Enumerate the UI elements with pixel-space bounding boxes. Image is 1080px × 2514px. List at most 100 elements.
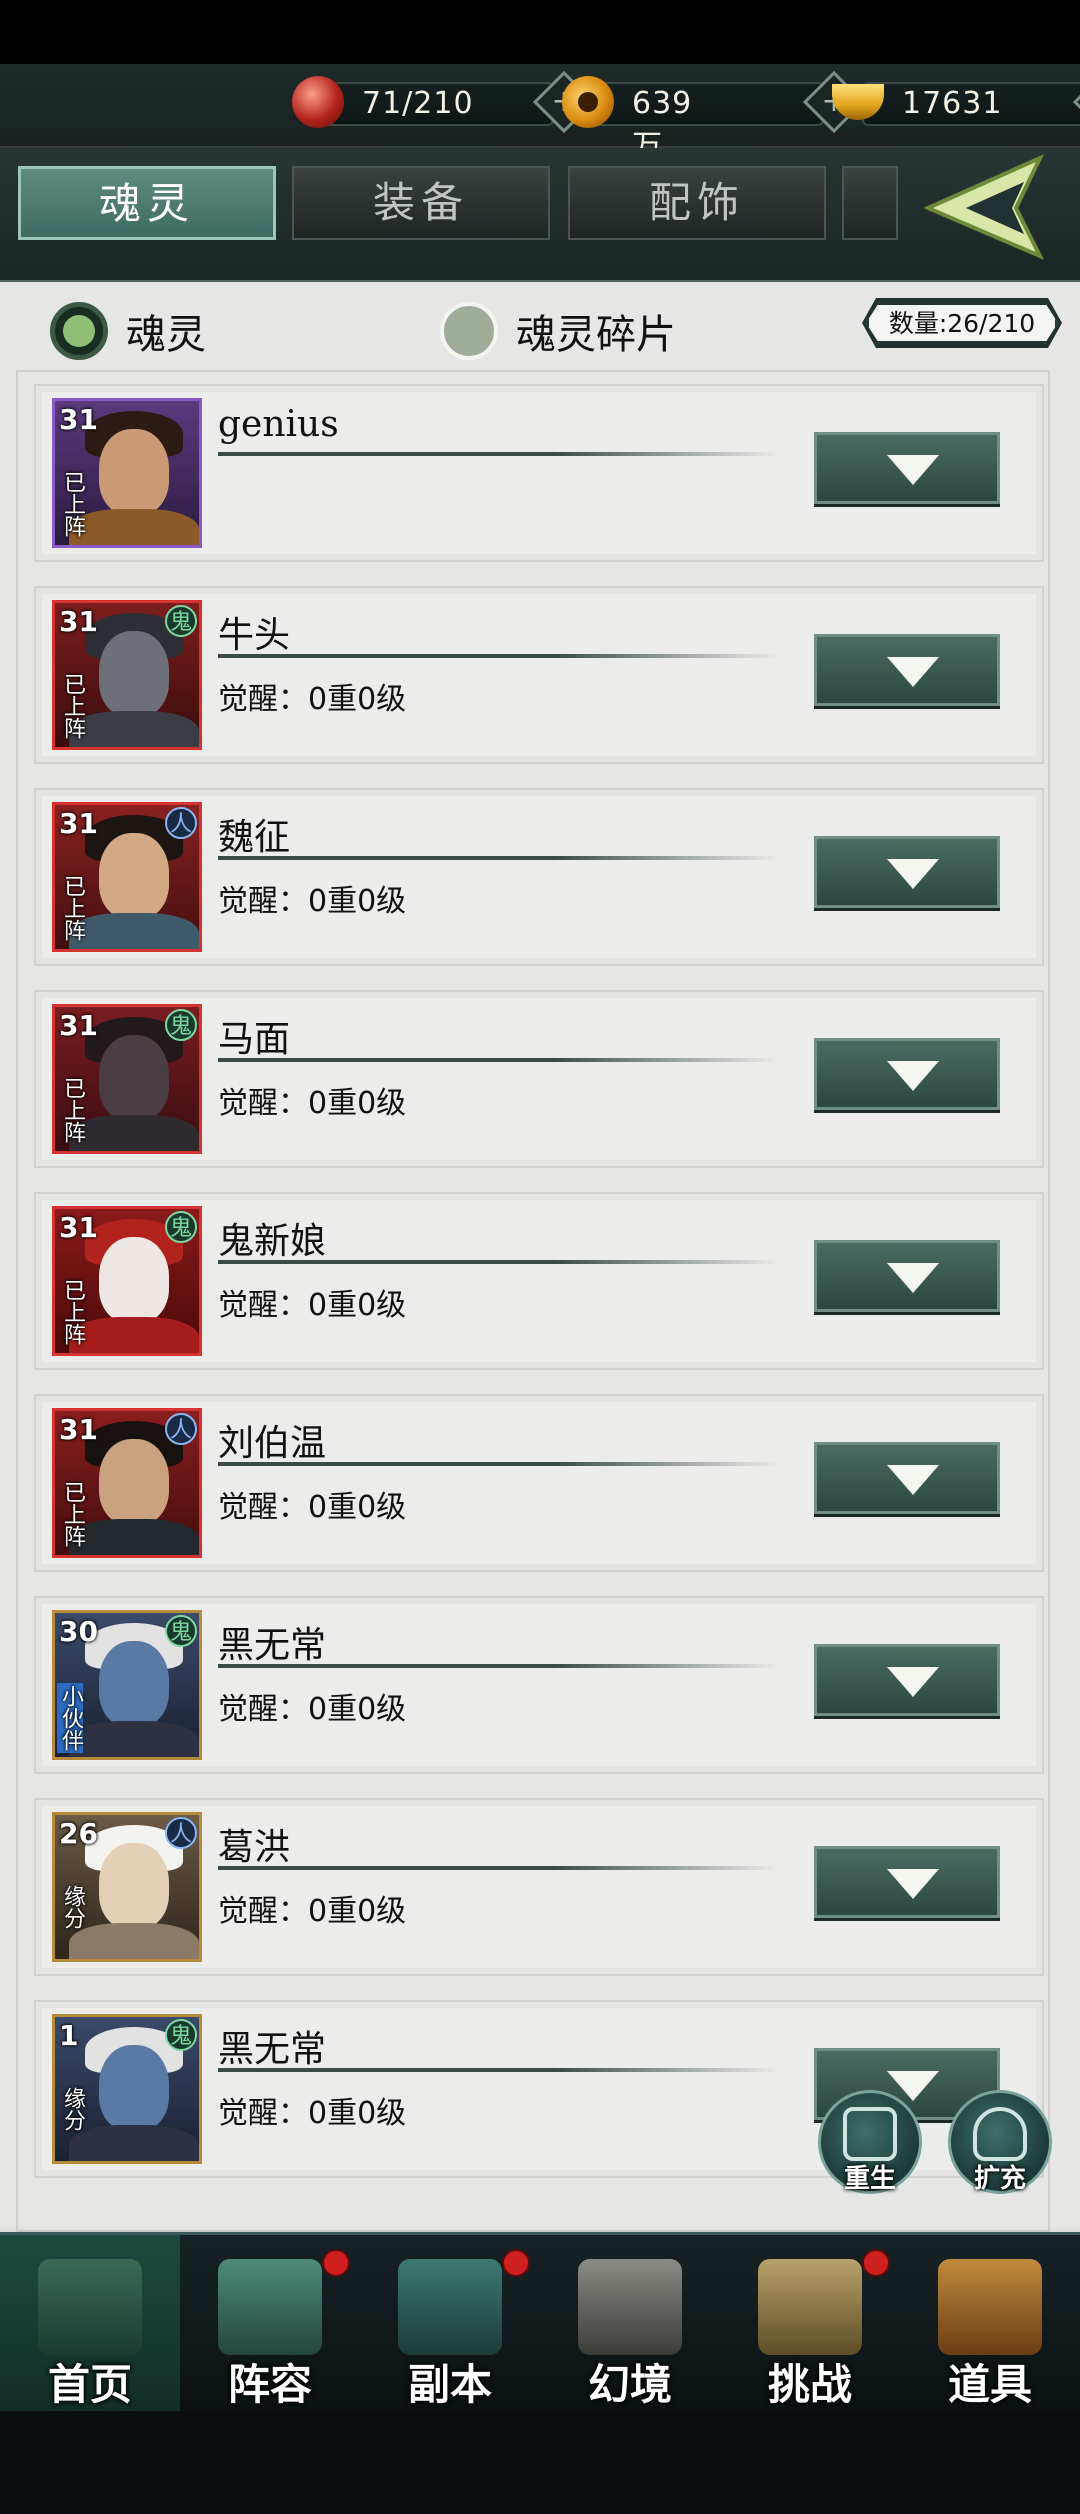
soul-portrait[interactable]: 31 人 已上阵 xyxy=(52,802,202,952)
name-underline xyxy=(218,2068,778,2072)
swords-icon xyxy=(398,2259,502,2355)
faction-badge: 鬼 xyxy=(165,2019,197,2051)
soul-card[interactable]: 31 鬼 已上阵 牛头 觉醒：0重0级 xyxy=(34,586,1044,764)
tab-more[interactable] xyxy=(842,166,898,240)
soul-portrait[interactable]: 1 鬼 缘分 xyxy=(52,2014,202,2164)
soul-card[interactable]: 31 鬼 已上阵 马面 觉醒：0重0级 xyxy=(34,990,1044,1168)
faction-badge: 人 xyxy=(165,1413,197,1445)
status-tag: 缘分 xyxy=(60,2087,85,2131)
chevron-down-icon xyxy=(887,657,939,687)
portrait-face xyxy=(99,1843,169,1929)
back-arrow-icon[interactable] xyxy=(920,152,1060,262)
soul-portrait[interactable]: 31 鬼 已上阵 xyxy=(52,1004,202,1154)
awaken-text: 觉醒：0重0级 xyxy=(218,1692,407,1727)
expand-details-button[interactable] xyxy=(814,634,1000,706)
soul-card[interactable]: 30 鬼 小伙伴 黑无常 觉醒：0重0级 xyxy=(34,1596,1044,1774)
nav-lineup-label: 阵容 xyxy=(227,2360,312,2409)
faction-badge: 人 xyxy=(165,807,197,839)
crossed-blades-icon xyxy=(578,2259,682,2355)
soul-portrait[interactable]: 31 鬼 已上阵 xyxy=(52,1206,202,1356)
soul-name: 马面 xyxy=(218,1019,291,1060)
expand-details-button[interactable] xyxy=(814,1240,1000,1312)
rebirth-button[interactable]: 重生 xyxy=(818,2090,922,2194)
awaken-text: 觉醒：0重0级 xyxy=(218,884,407,919)
soul-portrait[interactable]: 31 已上阵 xyxy=(52,398,202,548)
chevron-down-icon xyxy=(887,1465,939,1495)
scroll-book-icon xyxy=(218,2259,322,2355)
soul-name: 黑无常 xyxy=(218,1625,327,1666)
name-underline xyxy=(218,1866,778,1870)
portrait-body xyxy=(69,1721,199,1757)
soul-level: 1 xyxy=(59,2019,79,2052)
portrait-body xyxy=(69,1519,199,1555)
soul-portrait[interactable]: 31 鬼 已上阵 xyxy=(52,600,202,750)
soul-level: 31 xyxy=(59,1413,98,1446)
nav-items-label: 道具 xyxy=(947,2360,1032,2409)
nav-illusion[interactable]: 幻境 xyxy=(540,2235,720,2411)
item-bag-icon xyxy=(938,2259,1042,2355)
notification-dot xyxy=(862,2249,890,2277)
soul-card[interactable]: 26 人 缘分 葛洪 觉醒：0重0级 xyxy=(34,1798,1044,1976)
soul-card[interactable]: 31 已上阵 genius xyxy=(34,384,1044,562)
filter-fragments-label: 魂灵碎片 xyxy=(516,312,676,358)
status-tag: 已上阵 xyxy=(60,1279,85,1345)
portrait-body xyxy=(69,913,199,949)
soul-card[interactable]: 31 人 已上阵 魏征 觉醒：0重0级 xyxy=(34,788,1044,966)
status-tag: 已上阵 xyxy=(60,1481,85,1547)
chevron-down-icon xyxy=(887,455,939,485)
tab-soul[interactable]: 魂灵 xyxy=(18,166,276,240)
rebirth-label: 重生 xyxy=(843,2164,896,2194)
nav-items[interactable]: 道具 xyxy=(900,2235,1080,2411)
awaken-text: 觉醒：0重0级 xyxy=(218,682,407,717)
soul-name: 鬼新娘 xyxy=(218,1221,327,1262)
red-orb-icon xyxy=(292,76,344,128)
faction-badge: 鬼 xyxy=(165,1615,197,1647)
soul-card[interactable]: 31 鬼 已上阵 鬼新娘 觉醒：0重0级 xyxy=(34,1192,1044,1370)
expand-details-button[interactable] xyxy=(814,1846,1000,1918)
expand-details-button[interactable] xyxy=(814,1442,1000,1514)
expand-details-button[interactable] xyxy=(814,432,1000,504)
nav-home[interactable]: 首页 xyxy=(0,2235,180,2411)
nav-challenge[interactable]: 挑战 xyxy=(720,2235,900,2411)
notification-dot xyxy=(322,2249,350,2277)
expand-details-button[interactable] xyxy=(814,1644,1000,1716)
soul-level: 26 xyxy=(59,1817,98,1850)
tab-equipment[interactable]: 装备 xyxy=(292,166,550,240)
nav-lineup[interactable]: 阵容 xyxy=(180,2235,360,2411)
portrait-body xyxy=(69,2125,199,2161)
soul-level: 31 xyxy=(59,403,98,436)
portrait-face xyxy=(99,1035,169,1121)
portrait-body xyxy=(69,1115,199,1151)
soul-portrait[interactable]: 31 人 已上阵 xyxy=(52,1408,202,1558)
portrait-face xyxy=(99,833,169,919)
expand-button[interactable]: 扩充 xyxy=(948,2090,1052,2194)
filter-soul-label: 魂灵 xyxy=(126,312,206,358)
nav-dungeon[interactable]: 副本 xyxy=(360,2235,540,2411)
status-tag: 小伙伴 xyxy=(57,1683,83,1753)
status-tag: 已上阵 xyxy=(60,875,85,941)
faction-badge: 鬼 xyxy=(165,605,197,637)
portrait-body xyxy=(69,1317,199,1353)
chevron-down-icon xyxy=(887,1061,939,1091)
stamina-value: 71/210 xyxy=(362,86,474,121)
expand-details-button[interactable] xyxy=(814,836,1000,908)
chevron-down-icon xyxy=(887,1263,939,1293)
palace-icon xyxy=(38,2259,142,2355)
portrait-body xyxy=(69,1923,199,1959)
nav-dungeon-label: 副本 xyxy=(407,2360,492,2409)
status-tag: 已上阵 xyxy=(60,673,85,739)
resource-pill xyxy=(592,82,824,126)
count-badge: 数量:26/210 xyxy=(866,302,1058,344)
radio-selected-icon xyxy=(50,302,108,360)
soul-card[interactable]: 31 人 已上阵 刘伯温 觉醒：0重0级 xyxy=(34,1394,1044,1572)
backpack-icon xyxy=(973,2107,1027,2161)
bottom-nav: 首页 阵容 副本 幻境 挑战 道具 xyxy=(0,2232,1080,2411)
soul-portrait[interactable]: 30 鬼 小伙伴 xyxy=(52,1610,202,1760)
expand-details-button[interactable] xyxy=(814,1038,1000,1110)
soul-level: 31 xyxy=(59,807,98,840)
soul-portrait[interactable]: 26 人 缘分 xyxy=(52,1812,202,1962)
soul-name: 葛洪 xyxy=(218,1827,291,1868)
tab-accessory[interactable]: 配饰 xyxy=(568,166,826,240)
soul-name: 刘伯温 xyxy=(218,1423,327,1464)
resource-bar: 71/210 + 639万 + 17631 + xyxy=(0,64,1080,164)
